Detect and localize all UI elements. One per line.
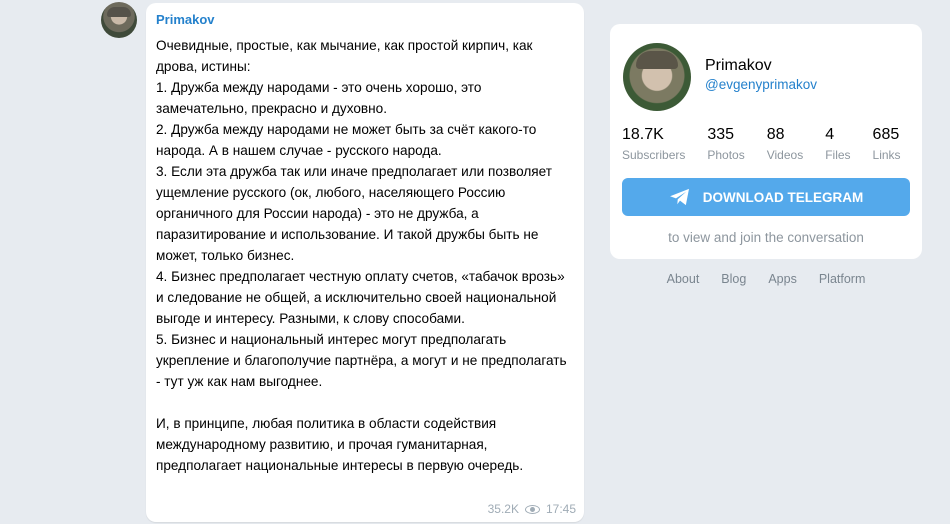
stat-videos[interactable]: 88 Videos [767, 126, 803, 162]
channel-name: Primakov [705, 57, 772, 74]
stat-links[interactable]: 685 Links [873, 126, 901, 162]
stat-files[interactable]: 4 Files [825, 126, 850, 162]
channel-card: Primakov @evgenyprimakov 18.7K Subscribe… [610, 24, 922, 259]
stat-value: 685 [872, 126, 900, 143]
footer-links: About Blog Apps Platform [610, 272, 922, 286]
download-label: DOWNLOAD TELEGRAM [702, 189, 864, 205]
stat-label: Videos [766, 148, 804, 162]
download-telegram-button[interactable]: DOWNLOAD TELEGRAM [622, 178, 910, 216]
view-count: 35.2K [487, 502, 519, 516]
channel-stats: 18.7K Subscribers 335 Photos 88 Videos 4… [622, 126, 923, 162]
footer-link-about[interactable]: About [667, 272, 700, 286]
stat-photos[interactable]: 335 Photos [707, 126, 744, 162]
channel-handle-link[interactable]: @evgenyprimakov [705, 77, 817, 92]
stat-value: 18.7K [622, 126, 664, 143]
telegram-plane-icon [669, 188, 689, 206]
stat-label: Photos [707, 148, 745, 162]
message-meta: 35.2K 17:45 [488, 502, 576, 516]
stat-label: Subscribers [622, 148, 686, 162]
footer-link-platform[interactable]: Platform [819, 272, 866, 286]
message-author[interactable]: Primakov [156, 12, 215, 27]
message-bubble: Primakov Очевидные, простые, как мычание… [146, 3, 584, 522]
footer-link-apps[interactable]: Apps [768, 272, 797, 286]
avatar-cap [107, 7, 131, 17]
stat-value: 4 [825, 126, 835, 143]
eye-icon [524, 504, 540, 514]
footer-link-blog[interactable]: Blog [721, 272, 746, 286]
stat-label: Links [872, 148, 901, 162]
stat-value: 88 [766, 126, 785, 143]
message-time[interactable]: 17:45 [546, 502, 576, 516]
stat-value: 335 [707, 126, 735, 143]
stat-subscribers: 18.7K Subscribers [622, 126, 685, 162]
author-avatar[interactable] [101, 2, 137, 38]
message-text: Очевидные, простые, как мычание, как про… [156, 38, 567, 473]
avatar-cap [636, 51, 678, 69]
join-text: to view and join the conversation [668, 230, 864, 245]
channel-avatar [623, 43, 691, 111]
stat-label: Files [825, 148, 851, 162]
